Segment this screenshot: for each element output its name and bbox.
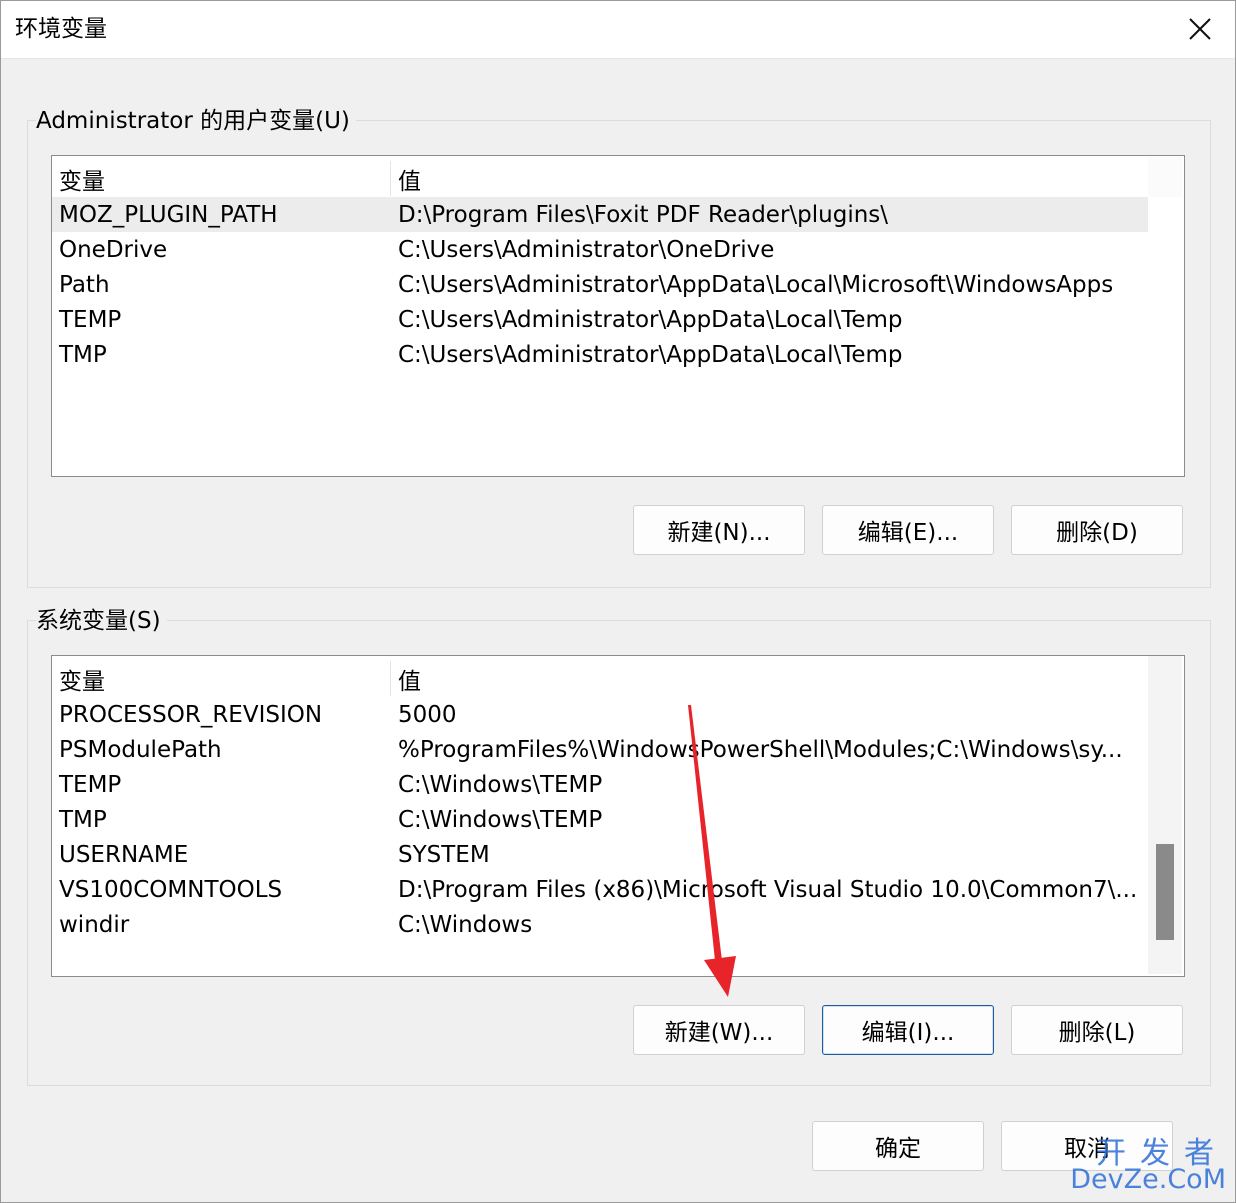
- close-icon: [1189, 18, 1211, 40]
- scrollbar-thumb[interactable]: [1156, 844, 1174, 940]
- user-edit-button[interactable]: 编辑(E)...: [822, 505, 994, 555]
- list-item[interactable]: windir C:\Windows: [52, 907, 1148, 942]
- row-variable: TEMP: [59, 771, 122, 798]
- system-list-header: 变量 值: [52, 661, 1148, 696]
- row-value: C:\Users\Administrator\AppData\Local\Mic…: [398, 271, 1114, 298]
- list-item[interactable]: TMP C:\Users\Administrator\AppData\Local…: [52, 337, 1148, 372]
- row-value: C:\Users\Administrator\AppData\Local\Tem…: [398, 341, 903, 368]
- column-header-value[interactable]: 值: [398, 662, 421, 696]
- row-value: C:\Windows\TEMP: [398, 806, 603, 833]
- row-variable: USERNAME: [59, 841, 189, 868]
- column-header-variable[interactable]: 变量: [59, 662, 105, 696]
- list-item[interactable]: USERNAME SYSTEM: [52, 837, 1148, 872]
- list-item[interactable]: TEMP C:\Users\Administrator\AppData\Loca…: [52, 302, 1148, 337]
- row-variable: Path: [59, 271, 110, 298]
- list-item[interactable]: TEMP C:\Windows\TEMP: [52, 767, 1148, 802]
- watermark-bottom-text: DevZe.CoM: [1070, 1164, 1226, 1195]
- row-variable: MOZ_PLUGIN_PATH: [59, 201, 278, 228]
- list-item[interactable]: PROCESSOR_REVISION 5000: [52, 697, 1148, 732]
- row-value: SYSTEM: [398, 841, 490, 868]
- column-header-variable[interactable]: 变量: [59, 162, 105, 196]
- user-vars-group-label: Administrator 的用户变量(U): [36, 106, 356, 136]
- column-separator[interactable]: [390, 661, 391, 696]
- row-variable: TEMP: [59, 306, 122, 333]
- row-value: C:\Users\Administrator\AppData\Local\Tem…: [398, 306, 903, 333]
- list-item[interactable]: Path C:\Users\Administrator\AppData\Loca…: [52, 267, 1148, 302]
- user-list-header-filler: [1148, 157, 1182, 197]
- watermark-logo: 开发者 DevZe.CoM: [1070, 1128, 1234, 1200]
- user-list-header: 变量 值: [52, 161, 1148, 196]
- list-item[interactable]: OneDrive C:\Users\Administrator\OneDrive: [52, 232, 1148, 267]
- row-value: C:\Users\Administrator\OneDrive: [398, 236, 775, 263]
- row-value: C:\Windows: [398, 911, 533, 938]
- close-button[interactable]: [1170, 4, 1230, 54]
- list-item[interactable]: PSModulePath %ProgramFiles%\WindowsPower…: [52, 732, 1148, 767]
- list-item[interactable]: MOZ_PLUGIN_PATH D:\Program Files\Foxit P…: [52, 197, 1148, 232]
- column-header-value[interactable]: 值: [398, 162, 421, 196]
- system-delete-button[interactable]: 删除(L): [1011, 1005, 1183, 1055]
- user-delete-button[interactable]: 删除(D): [1011, 505, 1183, 555]
- system-new-button[interactable]: 新建(W)...: [633, 1005, 805, 1055]
- row-variable: PSModulePath: [59, 736, 222, 763]
- window-title: 环境变量: [15, 16, 107, 42]
- row-variable: PROCESSOR_REVISION: [59, 701, 323, 728]
- column-separator[interactable]: [390, 161, 391, 196]
- list-item[interactable]: TMP C:\Windows\TEMP: [52, 802, 1148, 837]
- row-variable: windir: [59, 911, 130, 938]
- row-value: %ProgramFiles%\WindowsPowerShell\Modules…: [398, 736, 1123, 763]
- user-new-button[interactable]: 新建(N)...: [633, 505, 805, 555]
- row-value: C:\Windows\TEMP: [398, 771, 603, 798]
- row-variable: OneDrive: [59, 236, 168, 263]
- system-vars-group-label: 系统变量(S): [36, 606, 167, 636]
- row-value: D:\Program Files (x86)\Microsoft Visual …: [398, 876, 1138, 903]
- system-edit-button[interactable]: 编辑(I)...: [822, 1005, 994, 1055]
- row-variable: TMP: [59, 806, 107, 833]
- user-vars-list[interactable]: 变量 值 MOZ_PLUGIN_PATH D:\Program Files\Fo…: [51, 155, 1185, 477]
- row-variable: TMP: [59, 341, 107, 368]
- row-variable: VS100COMNTOOLS: [59, 876, 283, 903]
- ok-button[interactable]: 确定: [812, 1121, 984, 1171]
- vertical-scrollbar[interactable]: [1148, 656, 1182, 974]
- title-bar: 环境变量: [0, 0, 1236, 59]
- row-value: 5000: [398, 701, 457, 728]
- list-item[interactable]: VS100COMNTOOLS D:\Program Files (x86)\Mi…: [52, 872, 1148, 907]
- system-vars-list[interactable]: 变量 值 PROCESSOR_REVISION 5000 PSModulePat…: [51, 655, 1185, 977]
- row-value: D:\Program Files\Foxit PDF Reader\plugin…: [398, 201, 889, 228]
